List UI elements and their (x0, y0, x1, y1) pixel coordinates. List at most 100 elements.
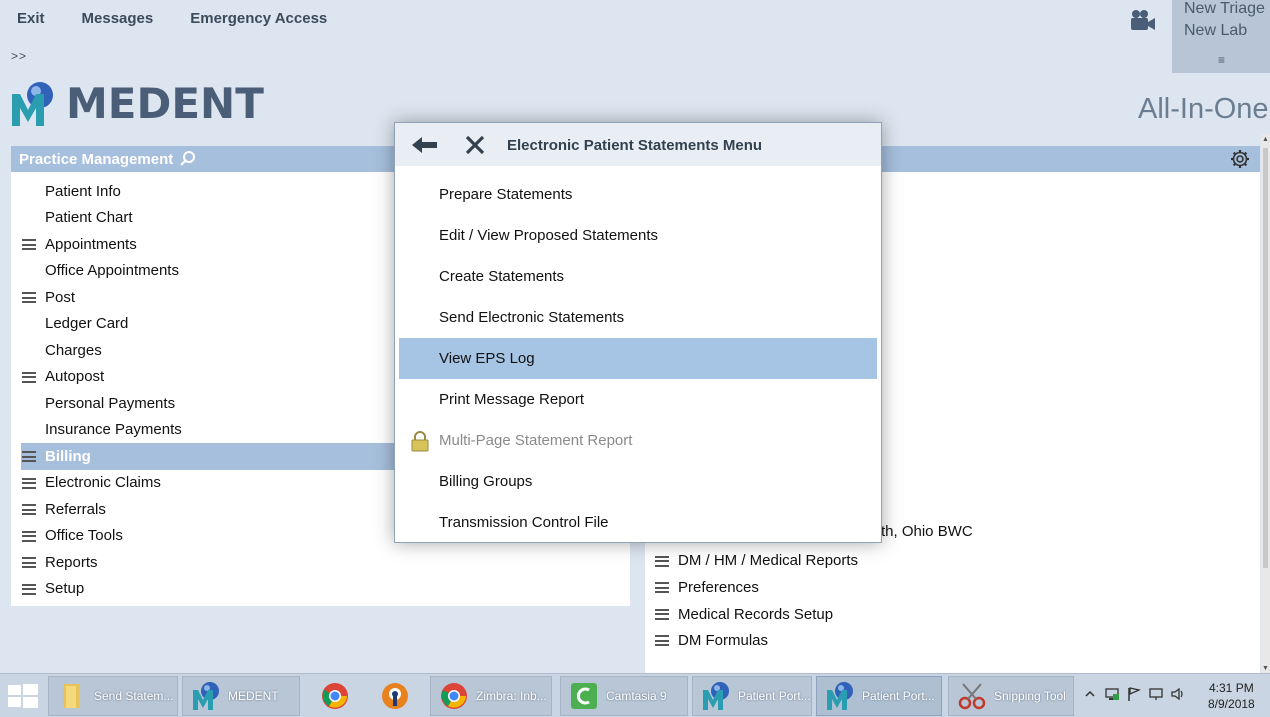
close-icon[interactable] (465, 135, 485, 155)
dialog-menu-item-label: Multi-Page Statement Report (439, 432, 633, 449)
menu-lines-icon (22, 477, 36, 489)
menu-lines-icon (22, 292, 36, 303)
menu-lines-icon (655, 582, 669, 594)
dialog-menu-item-label: Create Statements (439, 268, 565, 285)
volume-icon[interactable] (1170, 686, 1186, 702)
triage-menu-icon[interactable]: ≡ (1218, 53, 1225, 67)
menu-lines-icon (22, 530, 36, 542)
expand-chevron[interactable]: >> (11, 49, 27, 63)
network-icon[interactable] (1104, 686, 1120, 702)
panel-title: Practice Management (19, 150, 174, 168)
all-in-one-title: All-In-One (1138, 93, 1269, 125)
left-menu-item-label: Patient Info (45, 182, 121, 200)
chrome-icon (441, 683, 467, 709)
new-triage-link[interactable]: New Triage (1184, 0, 1265, 18)
taskbar-app-button[interactable]: Snipping Tool (948, 676, 1074, 716)
left-menu-item-label: Autopost (45, 368, 105, 386)
dialog-menu-item[interactable]: Edit / View Proposed Statements (399, 215, 877, 256)
messages-link[interactable]: Messages (82, 10, 154, 27)
new-lab-link[interactable]: New Lab (1184, 22, 1247, 40)
left-menu-item-label: Referrals (45, 500, 106, 518)
dialog-menu-item-label: Print Message Report (439, 391, 585, 408)
left-menu-item-label: Reports (45, 553, 98, 571)
left-menu-item-label: Billing (45, 447, 91, 465)
dialog-menu-item-label: Transmission Control File (439, 514, 609, 531)
right-menu-item[interactable]: Medical Records Setup (645, 601, 1260, 628)
taskbar-app-button[interactable] (372, 676, 424, 716)
taskbar-app-button[interactable]: Patient Port... (816, 676, 942, 716)
menu-lines-icon (655, 555, 669, 567)
dialog-menu-item[interactable]: Send Electronic Statements (399, 297, 877, 338)
taskbar-clock[interactable]: 4:31 PM 8/9/2018 (1208, 680, 1255, 712)
menu-lines-icon (22, 557, 36, 568)
right-menu-item-label: DM Formulas (678, 632, 769, 650)
scrollbar[interactable]: ▲ ▼ (1261, 134, 1270, 674)
emergency-access-link[interactable]: Emergency Access (190, 10, 327, 27)
taskbar-app-button[interactable]: Patient Port... (692, 676, 812, 716)
dialog-menu-item[interactable]: View EPS Log (399, 338, 877, 379)
taskbar-app-button[interactable] (312, 676, 366, 716)
dialog-menu-item[interactable]: Billing Groups (399, 461, 877, 502)
flag-icon[interactable] (1126, 686, 1142, 702)
taskbar-app-label: Zimbra: Inb... (476, 689, 547, 703)
taskbar-app-button[interactable]: Camtasia 9 (560, 676, 688, 716)
scissors-icon (958, 683, 986, 710)
taskbar-app-button[interactable]: Send Statem... (48, 676, 178, 716)
taskbar-app-label: Patient Port... (862, 689, 935, 703)
right-menu-item[interactable]: DM / HM / Medical Reports (645, 548, 1260, 575)
dialog-menu-item-label: View EPS Log (439, 350, 535, 367)
search-icon[interactable] (179, 150, 197, 168)
dialog-menu-item-label: Edit / View Proposed Statements (439, 227, 659, 244)
dialog-menu-item[interactable]: Transmission Control File (399, 502, 877, 543)
windows-taskbar: Send Statem... MEDENT Zimbra: Inb... Camtas… (0, 673, 1270, 717)
left-menu-item[interactable]: Reports (11, 549, 630, 576)
eps-menu-dialog: Electronic Patient Statements Menu Prepa… (394, 122, 882, 543)
right-menu-item[interactable]: DM Formulas (645, 627, 1260, 654)
left-menu-item-label: Setup (45, 580, 85, 598)
left-menu-item-label: Electronic Claims (45, 474, 161, 492)
left-menu-item[interactable]: Setup (11, 576, 630, 603)
left-menu-item-label: Patient Chart (45, 209, 133, 227)
left-menu-item-label: Office Appointments (45, 262, 179, 280)
top-nav: Exit Messages Emergency Access (17, 10, 364, 27)
left-menu-item-label: Ledger Card (45, 315, 129, 333)
system-tray (1082, 686, 1186, 702)
scroll-up-icon[interactable]: ▲ (1262, 136, 1269, 143)
right-menu-item-label: DM / HM / Medical Reports (678, 552, 859, 570)
camtasia-icon (571, 683, 597, 709)
dialog-menu-item[interactable]: Create Statements (399, 256, 877, 297)
dialog-menu-item: Multi-Page Statement Report (399, 420, 877, 461)
menu-lines-icon (22, 451, 36, 462)
dialog-header: Electronic Patient Statements Menu (395, 123, 881, 166)
taskbar-app-label: Camtasia 9 (606, 689, 667, 703)
exit-link[interactable]: Exit (17, 10, 45, 27)
dialog-menu-item-label: Billing Groups (439, 473, 533, 490)
taskbar-app-label: Snipping Tool (994, 689, 1066, 703)
left-menu-item-label: Post (45, 288, 76, 306)
taskbar-app-button[interactable]: Zimbra: Inb... (430, 676, 552, 716)
left-menu-item-label: Office Tools (45, 527, 123, 545)
back-arrow-icon[interactable] (412, 135, 438, 155)
menu-lines-icon (655, 635, 669, 647)
chrome-icon (322, 683, 348, 709)
scroll-down-icon[interactable]: ▼ (1262, 665, 1269, 672)
chevron-up-icon[interactable] (1082, 686, 1098, 702)
triage-panel: New Triage New Lab ≡ (1172, 0, 1270, 73)
scroll-thumb[interactable] (1263, 148, 1268, 568)
menu-lines-icon (22, 239, 36, 250)
dialog-menu-item[interactable]: Prepare Statements (399, 174, 877, 215)
dialog-menu-item[interactable]: Print Message Report (399, 379, 877, 420)
menu-lines-icon (22, 504, 36, 515)
taskbar-app-button[interactable]: MEDENT (182, 676, 300, 716)
logo-text: MEDENT (66, 79, 264, 128)
gear-icon[interactable] (1230, 149, 1250, 169)
clock-time: 4:31 PM (1209, 681, 1254, 695)
menu-lines-icon (22, 583, 36, 595)
vpn-icon (382, 683, 408, 709)
taskbar-app-label: MEDENT (228, 689, 279, 703)
windows-start-icon[interactable] (8, 684, 38, 708)
lock-icon (411, 431, 429, 452)
right-menu-item[interactable]: Preferences (645, 574, 1260, 601)
monitor-icon[interactable] (1148, 686, 1164, 702)
video-camera-icon[interactable] (1130, 9, 1156, 31)
